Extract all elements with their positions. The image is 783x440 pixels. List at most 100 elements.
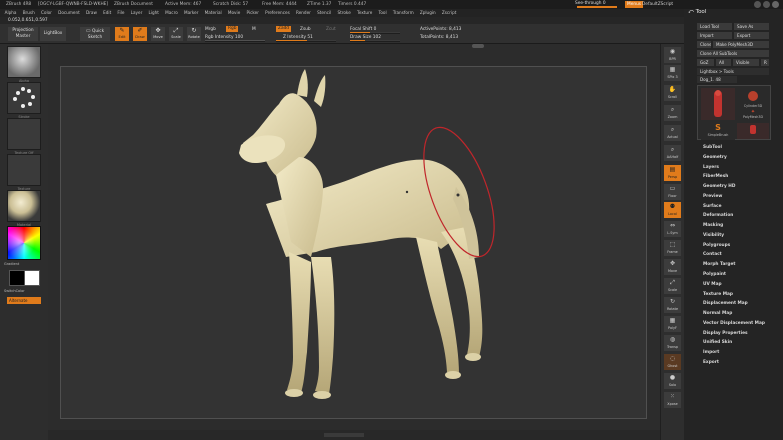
rgb-toggle[interactable]: Rgb: [226, 26, 239, 32]
subtool-menu[interactable]: SubTool: [703, 145, 722, 150]
load-tool-button[interactable]: Load Tool: [697, 23, 732, 30]
floor-button[interactable]: ▭ Floor: [664, 184, 681, 200]
minimize-icon[interactable]: [754, 1, 761, 8]
rgb-intensity-slider[interactable]: [205, 40, 265, 42]
menu-render[interactable]: Render: [296, 9, 311, 17]
alpha-slot[interactable]: [7, 46, 41, 78]
thumb-cylinder3d[interactable]: Cylinder3D: [737, 88, 769, 108]
menu-draw[interactable]: Draw: [86, 9, 97, 17]
zcut-toggle[interactable]: Zcut: [326, 27, 336, 32]
menu-edit[interactable]: Edit: [103, 9, 111, 17]
menu-preferences[interactable]: Preferences: [265, 9, 290, 17]
polygroups-menu[interactable]: Polygroups: [703, 243, 730, 248]
menu-stencil[interactable]: Stencil: [317, 9, 331, 17]
zoom-button[interactable]: ⌕ Zoom: [664, 105, 681, 121]
scale-button[interactable]: ⤢ Scale: [169, 27, 183, 41]
layers-menu[interactable]: Layers: [703, 165, 719, 170]
display-properties-menu[interactable]: Display Properties: [703, 331, 748, 336]
lightbox-button[interactable]: LightBox: [40, 27, 66, 41]
material-slot[interactable]: [7, 190, 41, 222]
import-button[interactable]: Import: [697, 32, 732, 39]
edit-button[interactable]: ✎ Edit: [115, 27, 129, 41]
save-as-button[interactable]: Save As: [734, 23, 769, 30]
projection-master-button[interactable]: Projection Master: [8, 27, 38, 41]
texture-off-slot[interactable]: [7, 118, 41, 150]
secondary-color-swatch[interactable]: [9, 270, 25, 286]
texture-slot[interactable]: [7, 154, 41, 186]
persp-button[interactable]: ▤ Persp: [664, 165, 681, 181]
lightbox-tools-button[interactable]: Lightbox > Tools: [697, 68, 769, 75]
clone-all-subtools-button[interactable]: Clone All SubTools: [697, 50, 769, 57]
menu-movie[interactable]: Movie: [228, 9, 240, 17]
polypaint-menu[interactable]: Polypaint: [703, 272, 726, 277]
displacement-map-menu[interactable]: Displacement Map: [703, 301, 748, 306]
import-menu[interactable]: Import: [703, 350, 719, 355]
contact-menu[interactable]: Contact: [703, 252, 722, 257]
scale-view-button[interactable]: ⤢ Scale: [664, 278, 681, 294]
bpr-button[interactable]: ◉ BPR: [664, 47, 681, 63]
menu-picker[interactable]: Picker: [246, 9, 258, 17]
menu-layer[interactable]: Layer: [131, 9, 143, 17]
export-button[interactable]: Export: [734, 32, 769, 39]
geometry-hd-menu[interactable]: Geometry HD: [703, 184, 735, 189]
spix-button[interactable]: ▦ SPix 3: [664, 65, 681, 81]
geometry-menu[interactable]: Geometry: [703, 155, 727, 160]
m-toggle[interactable]: M: [252, 27, 256, 32]
visible-button[interactable]: Visible: [733, 59, 759, 66]
unified-skin-menu[interactable]: Unified Skin: [703, 340, 732, 345]
menu-transform[interactable]: Transform: [393, 9, 414, 17]
thumb-polymesh3d[interactable]: ✦ PolyMesh3D: [737, 109, 769, 121]
vector-displacement-map-menu[interactable]: Vector Displacement Map: [703, 321, 765, 326]
viewport-scroll-handle[interactable]: [472, 44, 484, 48]
polyf-button[interactable]: ▦ PolyF: [664, 316, 681, 332]
thumb-dog-active[interactable]: [701, 88, 735, 120]
local-button[interactable]: ⚉ Local: [664, 202, 681, 218]
surface-menu[interactable]: Surface: [703, 204, 722, 209]
morph-target-menu[interactable]: Morph Target: [703, 262, 735, 267]
lsym-button[interactable]: ⇔ L.Sym: [664, 221, 681, 237]
tool-palette-header[interactable]: ⤺ Tool: [688, 9, 706, 16]
default-zscript-button[interactable]: DefaultZScript: [642, 2, 673, 7]
ghost-button[interactable]: ◌ Ghost: [664, 354, 681, 370]
actual-button[interactable]: ⌕ Actual: [664, 125, 681, 141]
close-icon[interactable]: [772, 1, 779, 8]
all-button[interactable]: All: [716, 59, 731, 66]
alternate-button[interactable]: Alternate: [7, 297, 41, 304]
xpose-button[interactable]: ⁙ Xpose: [664, 392, 681, 408]
menu-brush[interactable]: Brush: [23, 9, 35, 17]
menu-alpha[interactable]: Alpha: [5, 9, 17, 17]
quick-sketch-button[interactable]: ▭ Quick Sketch: [80, 27, 110, 41]
goz-button[interactable]: GoZ: [697, 59, 714, 66]
draw-button[interactable]: ✐ Draw: [133, 27, 147, 41]
zsub-toggle[interactable]: Zsub: [300, 27, 311, 32]
aahalf-button[interactable]: ⌕ AAHalf: [664, 145, 681, 161]
primary-color-swatch[interactable]: [24, 270, 40, 286]
preview-menu[interactable]: Preview: [703, 194, 722, 199]
menu-marker[interactable]: Marker: [184, 9, 198, 17]
uv-map-menu[interactable]: UV Map: [703, 282, 722, 287]
see-through-slider[interactable]: See-through 0: [575, 1, 621, 8]
maximize-icon[interactable]: [763, 1, 770, 8]
visibility-menu[interactable]: Visibility: [703, 233, 724, 238]
frame-button[interactable]: ⬚ Frame: [664, 240, 681, 256]
switchcolor-label[interactable]: SwitchColor: [4, 289, 38, 293]
menu-zplugin[interactable]: Zplugin: [420, 9, 436, 17]
draw-size-slider[interactable]: [350, 40, 400, 42]
thumb-simplebrush[interactable]: S SimpleBrush: [701, 122, 735, 140]
bottom-shelf-handle[interactable]: [324, 433, 364, 437]
menu-stroke[interactable]: Stroke: [337, 9, 350, 17]
menu-color[interactable]: Color: [41, 9, 52, 17]
rotate-button[interactable]: ↻ Rotate: [187, 27, 201, 41]
texture-map-menu[interactable]: Texture Map: [703, 292, 733, 297]
menu-zscript[interactable]: Zscript: [442, 9, 457, 17]
scroll-button[interactable]: ✋ Scroll: [664, 85, 681, 101]
move-view-button[interactable]: ✥ Move: [664, 259, 681, 275]
menu-material[interactable]: Material: [205, 9, 222, 17]
make-polymesh-button[interactable]: Make PolyMesh3D: [713, 41, 769, 48]
r-button[interactable]: R: [761, 59, 769, 66]
thumb-dog-small[interactable]: [737, 123, 769, 139]
z-intensity-slider[interactable]: [276, 40, 336, 42]
move-button[interactable]: ✥ Move: [151, 27, 165, 41]
transp-button[interactable]: ◍ Transp: [664, 335, 681, 351]
menu-tool[interactable]: Tool: [379, 9, 387, 17]
